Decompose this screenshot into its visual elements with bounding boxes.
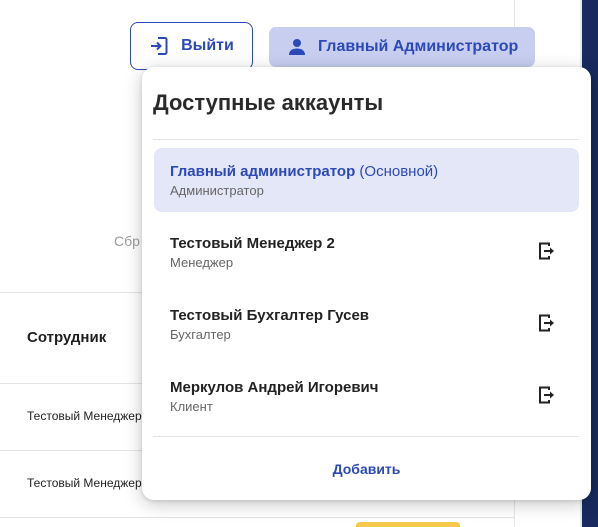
accounts-dropdown: Доступные аккаунты Главный администратор… [142,67,591,500]
primary-tag: (Основной) [359,163,439,180]
account-item[interactable]: Главный администратор (Основной) Админис… [154,148,579,212]
account-role: Бухгалтер [170,327,231,342]
current-user-button[interactable]: Главный Администратор [269,27,535,67]
logout-icon [151,37,168,55]
dropdown-title: Доступные аккаунты [153,90,384,115]
account-name: Меркулов Андрей Игоревич [170,379,379,396]
table-row: Тестовый Менеджер [27,409,142,423]
logout-button[interactable]: Выйти [130,22,253,70]
logout-button-label: Выйти [181,37,234,54]
account-name: Тестовый Бухгалтер Гусев [170,307,370,324]
account-name: Главный администратор [170,163,356,180]
account-item[interactable]: Тестовый Менеджер 2 Менеджер [154,220,579,284]
user-icon [289,39,305,55]
status-badge [356,522,460,527]
account-item[interactable]: Меркулов Андрей Игоревич Клиент [154,364,579,428]
account-name-line: Главный администратор (Основной) [170,163,438,180]
add-account-button[interactable]: Добавить [142,461,591,477]
exit-icon[interactable] [537,313,557,333]
reset-filters-link[interactable]: Сбр [114,233,140,249]
divider [153,139,579,140]
account-role: Менеджер [170,255,234,270]
exit-icon[interactable] [537,241,557,261]
account-role: Клиент [170,399,213,414]
table-row: Тестовый Менеджер [27,476,142,490]
table-divider [0,517,515,518]
account-name: Тестовый Менеджер 2 [170,235,335,252]
account-role: Администратор [170,183,264,198]
exit-icon[interactable] [537,385,557,405]
account-item[interactable]: Тестовый Бухгалтер Гусев Бухгалтер [154,292,579,356]
column-header-employee: Сотрудник [27,329,107,346]
divider [153,436,579,437]
current-user-label: Главный Администратор [318,38,519,55]
